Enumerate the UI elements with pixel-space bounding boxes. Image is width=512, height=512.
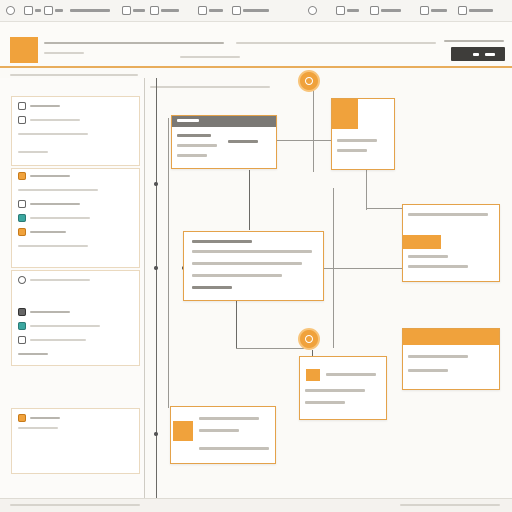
connection-point[interactable] bbox=[154, 432, 158, 436]
grid-icon[interactable] bbox=[232, 5, 269, 16]
action-button[interactable] bbox=[451, 47, 505, 61]
sidebar-item[interactable] bbox=[18, 171, 138, 181]
sidebar-item[interactable] bbox=[18, 275, 138, 285]
brush-icon[interactable] bbox=[150, 5, 179, 16]
dark-square-icon bbox=[18, 308, 26, 316]
refresh-icon[interactable] bbox=[308, 5, 317, 16]
layers-icon[interactable] bbox=[122, 5, 145, 16]
header-right-text bbox=[444, 40, 504, 42]
connector-line bbox=[366, 208, 402, 209]
sidebar-item[interactable] bbox=[18, 101, 138, 111]
node-header bbox=[173, 421, 193, 441]
info-line bbox=[180, 56, 240, 58]
doc-icon bbox=[18, 102, 26, 110]
sidebar-item[interactable] bbox=[18, 241, 138, 251]
teal-square-icon bbox=[18, 322, 26, 330]
sidebar-item[interactable] bbox=[18, 307, 138, 317]
connector-line bbox=[236, 298, 237, 348]
grid-icon bbox=[18, 336, 26, 344]
menu-icon[interactable] bbox=[70, 5, 110, 16]
flow-node[interactable] bbox=[402, 204, 500, 282]
path-line bbox=[236, 42, 436, 44]
node-header bbox=[403, 235, 441, 249]
connection-point[interactable] bbox=[154, 266, 158, 270]
sidebar-item[interactable] bbox=[18, 115, 138, 125]
window-icon[interactable] bbox=[420, 5, 447, 16]
sidebar-card bbox=[11, 168, 140, 268]
sidebar-item[interactable] bbox=[18, 335, 138, 345]
connector-line bbox=[276, 140, 332, 141]
connector-line bbox=[366, 170, 367, 210]
flow-node[interactable] bbox=[183, 231, 324, 301]
sidebar-item[interactable] bbox=[18, 413, 138, 423]
sidebar-header-line bbox=[10, 74, 138, 76]
sidebar-item[interactable] bbox=[18, 129, 138, 139]
settings-icon[interactable] bbox=[370, 5, 401, 16]
orange-square-icon bbox=[18, 414, 26, 422]
add-node-button[interactable] bbox=[298, 70, 320, 92]
comment-icon[interactable] bbox=[458, 5, 493, 16]
header-bar bbox=[0, 22, 512, 68]
status-bar bbox=[0, 498, 512, 512]
app-logo-icon[interactable] bbox=[6, 5, 15, 16]
flow-node[interactable] bbox=[402, 328, 500, 390]
connector-line bbox=[313, 86, 314, 172]
sidebar-card bbox=[11, 96, 140, 166]
flow-node[interactable] bbox=[299, 356, 387, 420]
sidebar-item[interactable] bbox=[18, 199, 138, 209]
connection-point[interactable] bbox=[154, 182, 158, 186]
circle-icon bbox=[18, 276, 26, 284]
breadcrumb bbox=[44, 42, 224, 44]
teal-square-icon bbox=[18, 214, 26, 222]
sidebar-item[interactable] bbox=[18, 423, 138, 433]
node-header bbox=[403, 329, 499, 345]
sidebar-card bbox=[11, 408, 140, 474]
sidebar-item[interactable] bbox=[18, 185, 138, 195]
sidebar-item[interactable] bbox=[18, 213, 138, 223]
link-icon[interactable] bbox=[336, 5, 359, 16]
sidebar-item[interactable] bbox=[18, 147, 138, 157]
add-icon bbox=[305, 77, 313, 85]
connector-line bbox=[324, 268, 404, 269]
folder-icon bbox=[18, 200, 26, 208]
add-icon bbox=[305, 335, 313, 343]
connector-line bbox=[236, 348, 304, 349]
node-header bbox=[332, 99, 358, 129]
connector-line bbox=[249, 170, 250, 230]
sidebar-item[interactable] bbox=[18, 349, 138, 359]
sidebar-item[interactable] bbox=[18, 321, 138, 331]
flow-node[interactable] bbox=[171, 115, 277, 169]
project-logo bbox=[10, 37, 38, 63]
add-node-button[interactable] bbox=[298, 328, 320, 350]
orange-square-icon bbox=[18, 228, 26, 236]
flow-node[interactable] bbox=[331, 98, 395, 170]
sidebar-card bbox=[11, 270, 140, 366]
flow-node[interactable] bbox=[170, 406, 276, 464]
sidebar-item[interactable] bbox=[18, 227, 138, 237]
connector-line bbox=[168, 118, 169, 408]
top-toolbar bbox=[0, 0, 512, 22]
orange-square-icon bbox=[18, 172, 26, 180]
file-icon bbox=[18, 116, 26, 124]
sidebar bbox=[0, 78, 145, 498]
square-icon[interactable] bbox=[44, 5, 63, 16]
dropdown-icon[interactable] bbox=[24, 5, 41, 16]
subtitle-line bbox=[44, 52, 84, 54]
play-icon[interactable] bbox=[198, 5, 223, 16]
node-header bbox=[306, 369, 320, 381]
flow-canvas[interactable] bbox=[146, 70, 512, 498]
